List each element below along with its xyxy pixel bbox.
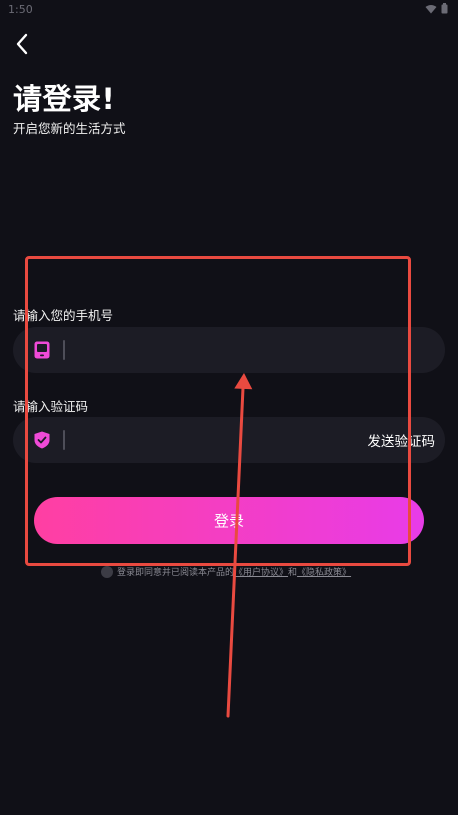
status-icons [425, 3, 448, 17]
back-button[interactable] [8, 32, 36, 60]
login-button[interactable]: 登录 [34, 497, 424, 544]
code-field[interactable]: 发送验证码 [13, 417, 445, 463]
code-label: 请输入验证码 [13, 399, 89, 414]
page-subtitle: 开启您新的生活方式 [13, 121, 126, 136]
phone-label: 请输入您的手机号 [13, 308, 114, 323]
agreement-text: 登录即同意并已阅读本产品的 [117, 568, 235, 578]
code-input[interactable] [65, 417, 368, 463]
phone-field[interactable] [13, 327, 445, 373]
send-code-button[interactable]: 发送验证码 [368, 430, 436, 450]
phone-input[interactable] [65, 327, 445, 373]
phone-icon [34, 341, 50, 359]
privacy-policy-link[interactable]: 《隐私政策》 [297, 565, 351, 578]
page-title: 请登录! [13, 82, 116, 116]
battery-icon [441, 3, 448, 17]
chevron-left-icon [15, 33, 29, 59]
user-agreement-link[interactable]: 《用户协议》 [234, 565, 288, 578]
shield-check-icon [34, 431, 50, 449]
status-bar: 1:50 [0, 0, 458, 22]
status-time: 1:50 [8, 3, 33, 16]
agree-checkbox[interactable] [101, 565, 113, 578]
agreement-conjunction: 和 [288, 568, 298, 578]
wifi-icon [425, 4, 437, 17]
agreement: 登录即同意并已阅读本产品的 《用户协议》 和 《隐私政策》 [101, 565, 351, 578]
